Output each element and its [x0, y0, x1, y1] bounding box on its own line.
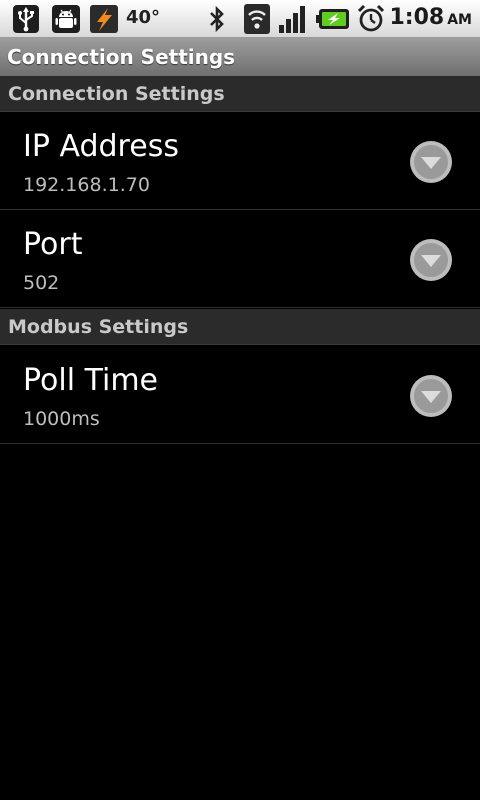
preference-summary: 192.168.1.70: [23, 174, 150, 196]
clock-time: 1:08 AM: [389, 5, 472, 30]
clock-ampm: AM: [447, 12, 472, 28]
battery-charging-icon: [316, 4, 352, 34]
window-title: Connection Settings: [0, 38, 480, 76]
clock-hour-minute: 1:08: [389, 5, 445, 30]
bluetooth-icon: [205, 4, 229, 34]
preference-summary: 1000ms: [23, 408, 100, 430]
preference-title: Port: [23, 227, 83, 262]
dropdown-arrow-icon: [410, 239, 452, 281]
temperature-text: 40°: [126, 7, 161, 28]
preference-port[interactable]: Port 502: [0, 211, 480, 308]
wifi-icon: [243, 4, 271, 34]
preference-ip-address[interactable]: IP Address 192.168.1.70: [0, 113, 480, 210]
preference-title: Poll Time: [23, 363, 158, 398]
preference-poll-time[interactable]: Poll Time 1000ms: [0, 347, 480, 444]
status-bar: 40° 1:08 AM: [0, 0, 480, 38]
android-debug-icon: [50, 4, 82, 34]
signal-icon: [277, 4, 311, 34]
category-header-connection-settings: Connection Settings: [0, 76, 480, 112]
dropdown-arrow-icon: [410, 375, 452, 417]
alarm-icon: [356, 4, 386, 34]
app-notification-icon: [89, 4, 119, 34]
preference-summary: 502: [23, 272, 60, 294]
usb-icon: [11, 4, 41, 34]
category-header-modbus-settings: Modbus Settings: [0, 309, 480, 345]
preference-title: IP Address: [23, 129, 179, 164]
dropdown-arrow-icon: [410, 141, 452, 183]
